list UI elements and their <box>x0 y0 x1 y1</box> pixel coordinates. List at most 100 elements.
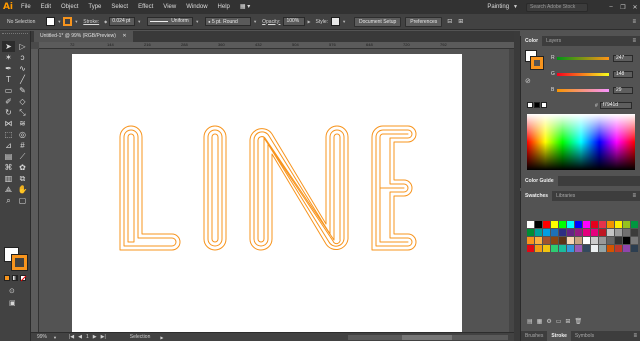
free-transform-tool-icon[interactable]: ⬚ <box>2 129 15 140</box>
color-swatch[interactable] <box>623 245 630 252</box>
menu-object[interactable]: Object <box>56 0 83 14</box>
stroke-weight-field[interactable]: 0.024 pt <box>109 17 136 26</box>
symbol-sprayer-tool-icon[interactable]: ✿ <box>16 162 29 173</box>
scale-tool-icon[interactable]: ⤡ <box>16 107 29 118</box>
eraser-tool-icon[interactable]: ◇ <box>16 96 29 107</box>
color-swatch[interactable] <box>535 245 542 252</box>
direct-selection-tool-icon[interactable]: ▷ <box>16 41 29 52</box>
color-swatch[interactable] <box>567 245 574 252</box>
rotate-tool-icon[interactable]: ↻ <box>2 107 15 118</box>
swatch-options-icon[interactable]: ⚙ <box>546 318 551 325</box>
stroke-color-box[interactable] <box>11 254 28 271</box>
draw-normal-icon[interactable]: ⊙ <box>9 287 15 295</box>
variable-width-profile[interactable]: Uniform <box>147 17 194 26</box>
blue-value[interactable]: 29 <box>613 86 633 94</box>
document-setup-button[interactable]: Document Setup <box>354 16 402 27</box>
menu-effect[interactable]: Effect <box>133 0 158 14</box>
tab-symbols[interactable]: Symbols <box>571 331 598 341</box>
color-swatch[interactable] <box>527 221 534 228</box>
color-mode-icon[interactable] <box>4 275 10 281</box>
artboard-tool-icon[interactable]: ⧉ <box>16 173 29 184</box>
minimize-button[interactable]: – <box>606 4 616 10</box>
color-swatch[interactable] <box>567 221 574 228</box>
color-swatch[interactable] <box>607 229 614 236</box>
stroke-label[interactable]: Stroke: <box>83 19 99 25</box>
gradient-tool-icon[interactable]: ▤ <box>2 151 15 162</box>
tab-stroke[interactable]: Stroke <box>547 331 571 341</box>
color-swatch[interactable] <box>623 237 630 244</box>
opacity-field[interactable]: 100% <box>283 17 306 26</box>
color-swatch[interactable] <box>607 237 614 244</box>
color-swatch[interactable] <box>527 245 534 252</box>
color-swatch[interactable] <box>551 237 558 244</box>
delete-swatch-icon[interactable]: 🗑 <box>574 318 582 325</box>
color-swatch[interactable] <box>575 229 582 236</box>
color-swatch[interactable] <box>583 245 590 252</box>
vertical-ruler[interactable] <box>31 49 39 332</box>
stepper-icon[interactable]: ◆ <box>104 19 107 24</box>
document-tab[interactable]: Untitled-1* @ 99% (RGB/Preview) ✕ <box>34 31 133 42</box>
color-swatch[interactable] <box>607 245 614 252</box>
menu-edit[interactable]: Edit <box>36 0 56 14</box>
panel-menu-icon[interactable]: ≡ <box>632 38 636 44</box>
menu-select[interactable]: Select <box>106 0 133 14</box>
color-swatch[interactable] <box>575 221 582 228</box>
maximize-button[interactable]: ❐ <box>618 4 628 11</box>
color-swatch[interactable] <box>599 237 606 244</box>
gradient-mode-icon[interactable] <box>12 275 18 281</box>
close-tab-icon[interactable]: ✕ <box>122 33 126 39</box>
zoom-level[interactable]: 99% <box>37 334 53 340</box>
line-artwork[interactable] <box>72 54 462 332</box>
align-icon[interactable]: ⊟ <box>447 18 452 25</box>
color-swatch[interactable] <box>583 237 590 244</box>
menu-type[interactable]: Type <box>83 0 106 14</box>
ruler-origin[interactable] <box>31 42 39 49</box>
arrange-documents-icon[interactable]: ▦ ▾ <box>235 0 255 14</box>
color-swatch[interactable] <box>591 237 598 244</box>
chevron-down-icon[interactable]: ▼ <box>57 19 61 24</box>
last-artboard-icon[interactable]: ▶| <box>101 334 106 340</box>
type-tool-icon[interactable]: T <box>2 74 15 85</box>
tab-layers[interactable]: Layers <box>542 36 565 46</box>
artboard-number[interactable]: 1 <box>86 334 89 340</box>
brush-definition[interactable]: ● 5 pt. Round <box>205 17 252 26</box>
swatch-library-icon[interactable]: ▤ <box>527 318 533 325</box>
chevron-down-icon[interactable]: ▼ <box>53 335 57 340</box>
line-tool-icon[interactable]: ╱ <box>16 74 29 85</box>
color-swatch[interactable] <box>607 221 614 228</box>
hex-field[interactable]: f7941d <box>599 102 632 109</box>
color-swatch[interactable] <box>543 237 550 244</box>
toolbar-grip[interactable] <box>2 33 28 36</box>
horizontal-scroll-thumb[interactable] <box>402 334 452 340</box>
chevron-down-icon[interactable]: ▼ <box>342 19 346 24</box>
horizontal-scrollbar[interactable] <box>348 334 508 340</box>
rectangle-tool-icon[interactable]: ▭ <box>2 85 15 96</box>
color-swatch[interactable] <box>559 229 566 236</box>
color-swatch[interactable] <box>583 229 590 236</box>
preferences-button[interactable]: Preferences <box>405 16 443 27</box>
slice-tool-icon[interactable]: ⟁ <box>2 184 15 195</box>
width-tool-icon[interactable]: ⋈ <box>2 118 15 129</box>
perspective-tool-icon[interactable]: ⊿ <box>2 140 15 151</box>
color-swatch[interactable] <box>631 245 638 252</box>
graphic-style-swatch[interactable] <box>331 17 341 26</box>
shaper-tool-icon[interactable]: ✐ <box>2 96 15 107</box>
color-swatch[interactable] <box>567 229 574 236</box>
opacity-label[interactable]: Opacity: <box>262 19 280 25</box>
new-swatch-icon[interactable]: ⊞ <box>565 318 570 325</box>
color-swatch[interactable] <box>551 229 558 236</box>
color-swatch[interactable] <box>623 221 630 228</box>
magic-wand-tool-icon[interactable]: ✶ <box>2 52 15 63</box>
chevron-down-icon[interactable]: ▼ <box>513 4 518 10</box>
artboard[interactable] <box>72 54 462 332</box>
selection-tool-icon[interactable]: ➤ <box>2 41 15 52</box>
color-spectrum[interactable] <box>527 114 635 170</box>
screen-mode-icon[interactable]: ▣ <box>9 299 16 307</box>
none-mode-icon[interactable] <box>20 275 27 282</box>
color-swatch[interactable] <box>599 221 606 228</box>
canvas[interactable] <box>39 49 514 332</box>
none-swatch[interactable] <box>527 102 533 108</box>
stroke-color-box[interactable] <box>530 56 544 70</box>
green-slider[interactable] <box>557 72 609 76</box>
panel-menu-icon[interactable]: ≡ <box>632 193 636 199</box>
